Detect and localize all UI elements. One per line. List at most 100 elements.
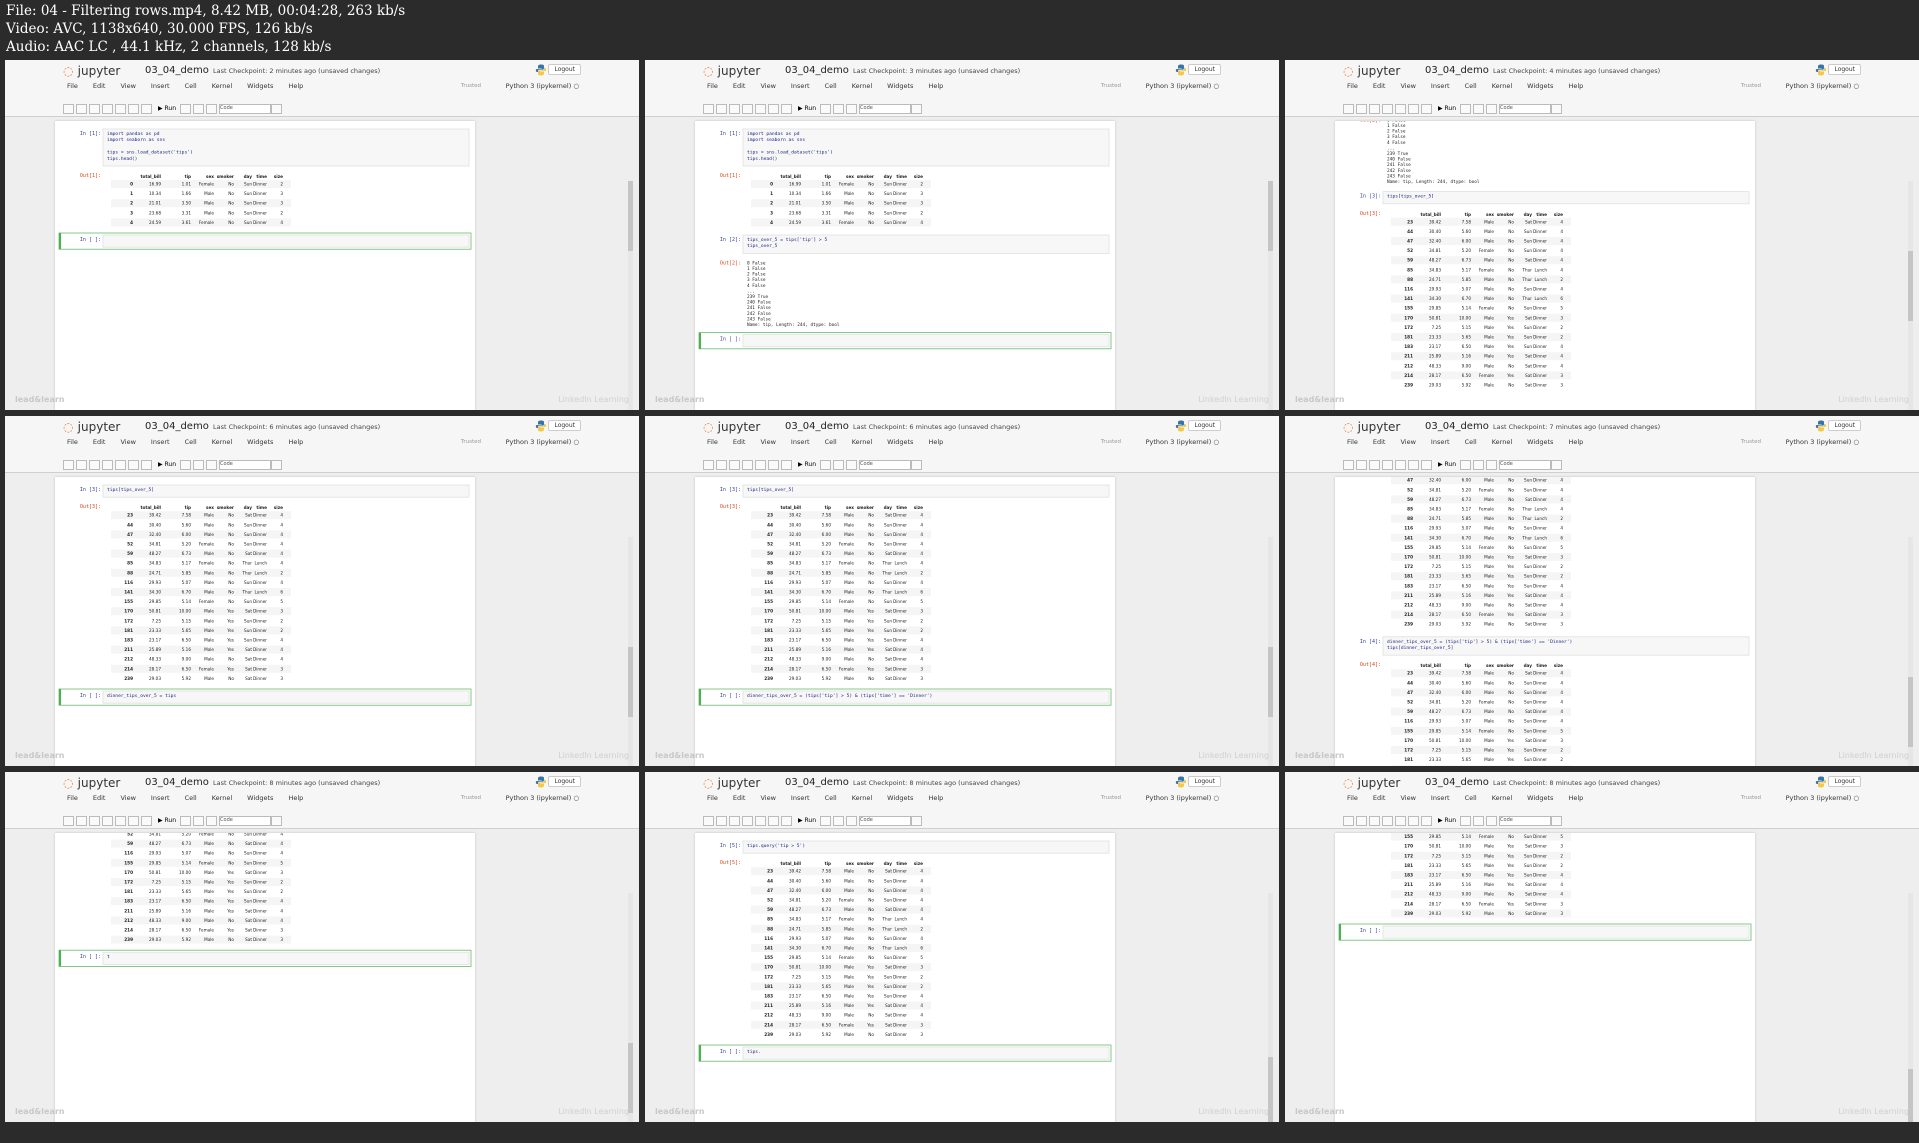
menu-item-file[interactable]: File (67, 438, 78, 446)
fast-forward-icon[interactable] (206, 103, 218, 114)
run-button[interactable]: ▶ Run (798, 105, 816, 112)
menu-item-cell[interactable]: Cell (1465, 794, 1477, 802)
keyboard-icon[interactable] (1551, 103, 1563, 114)
logout-button[interactable]: Logout (1828, 420, 1861, 431)
cut-icon[interactable] (729, 815, 740, 826)
menu-item-help[interactable]: Help (928, 438, 943, 446)
logout-button[interactable]: Logout (1188, 776, 1221, 787)
add-cell-icon[interactable] (76, 815, 87, 826)
cut-icon[interactable] (89, 459, 100, 470)
scrollbar[interactable] (628, 181, 633, 410)
run-button[interactable]: ▶ Run (158, 461, 176, 468)
keyboard-icon[interactable] (271, 815, 283, 826)
cell-type-select[interactable]: Code (1499, 459, 1552, 470)
save-icon[interactable] (63, 103, 74, 114)
cell-type-select[interactable]: Code (219, 103, 272, 114)
scrollbar[interactable] (1268, 893, 1273, 1122)
logout-button[interactable]: Logout (1828, 64, 1861, 75)
cell-type-select[interactable]: Code (219, 815, 272, 826)
copy-icon[interactable] (102, 103, 113, 114)
paste-icon[interactable] (755, 459, 766, 470)
menu-item-file[interactable]: File (1347, 438, 1358, 446)
copy-icon[interactable] (102, 815, 113, 826)
notebook-title[interactable]: 03_04_demo (785, 421, 849, 432)
menu-item-insert[interactable]: Insert (1431, 82, 1450, 90)
menu-item-file[interactable]: File (707, 82, 718, 90)
notebook-title[interactable]: 03_04_demo (1425, 777, 1489, 788)
restart-icon[interactable] (193, 103, 205, 114)
jupyter-logo[interactable]: ◌ jupyter (1343, 420, 1400, 434)
notebook-title[interactable]: 03_04_demo (145, 421, 209, 432)
scrollbar-thumb[interactable] (1268, 181, 1273, 251)
logout-button[interactable]: Logout (548, 64, 581, 75)
move-up-icon[interactable] (1408, 103, 1419, 114)
cell-type-select[interactable]: Code (1499, 103, 1552, 114)
menu-item-file[interactable]: File (1347, 82, 1358, 90)
restart-icon[interactable] (833, 815, 845, 826)
menu-item-help[interactable]: Help (1568, 438, 1583, 446)
menu-item-widgets[interactable]: Widgets (1527, 794, 1553, 802)
add-cell-icon[interactable] (76, 103, 87, 114)
fast-forward-icon[interactable] (206, 815, 218, 826)
stop-icon[interactable] (180, 103, 192, 114)
restart-icon[interactable] (193, 459, 205, 470)
cell-type-select[interactable]: Code (859, 815, 912, 826)
menu-item-edit[interactable]: Edit (1373, 794, 1386, 802)
restart-icon[interactable] (193, 815, 205, 826)
run-button[interactable]: ▶ Run (1438, 817, 1456, 824)
menu-item-widgets[interactable]: Widgets (247, 794, 273, 802)
scrollbar-thumb[interactable] (1908, 251, 1913, 321)
add-cell-icon[interactable] (1356, 459, 1367, 470)
move-up-icon[interactable] (1408, 459, 1419, 470)
fast-forward-icon[interactable] (1486, 103, 1498, 114)
menu-item-help[interactable]: Help (928, 82, 943, 90)
jupyter-logo[interactable]: ◌ jupyter (703, 420, 760, 434)
scrollbar-thumb[interactable] (1268, 647, 1273, 717)
menu-item-view[interactable]: View (760, 794, 775, 802)
scrollbar[interactable] (628, 893, 633, 1122)
kernel-indicator[interactable]: Python 3 (ipykernel) ○ (1146, 794, 1219, 802)
menu-item-help[interactable]: Help (288, 82, 303, 90)
menu-item-kernel[interactable]: Kernel (212, 794, 232, 802)
paste-icon[interactable] (755, 815, 766, 826)
menu-item-view[interactable]: View (1400, 82, 1415, 90)
move-down-icon[interactable] (781, 103, 792, 114)
kernel-indicator[interactable]: Python 3 (ipykernel) ○ (1146, 438, 1219, 446)
add-cell-icon[interactable] (1356, 815, 1367, 826)
save-icon[interactable] (703, 815, 714, 826)
paste-icon[interactable] (115, 459, 126, 470)
save-icon[interactable] (63, 815, 74, 826)
paste-icon[interactable] (755, 103, 766, 114)
add-cell-icon[interactable] (76, 459, 87, 470)
jupyter-logo[interactable]: ◌ jupyter (63, 420, 120, 434)
jupyter-logo[interactable]: ◌ jupyter (703, 776, 760, 790)
cut-icon[interactable] (1369, 103, 1380, 114)
menu-item-cell[interactable]: Cell (825, 794, 837, 802)
cut-icon[interactable] (89, 103, 100, 114)
menu-item-insert[interactable]: Insert (151, 438, 170, 446)
stop-icon[interactable] (820, 459, 832, 470)
copy-icon[interactable] (1382, 103, 1393, 114)
menu-item-widgets[interactable]: Widgets (887, 794, 913, 802)
menu-item-widgets[interactable]: Widgets (1527, 82, 1553, 90)
move-up-icon[interactable] (768, 815, 779, 826)
run-button[interactable]: ▶ Run (1438, 461, 1456, 468)
add-cell-icon[interactable] (716, 459, 727, 470)
save-icon[interactable] (1343, 103, 1354, 114)
add-cell-icon[interactable] (1356, 103, 1367, 114)
menu-item-edit[interactable]: Edit (93, 794, 106, 802)
add-cell-icon[interactable] (716, 815, 727, 826)
paste-icon[interactable] (1395, 815, 1406, 826)
move-up-icon[interactable] (768, 459, 779, 470)
fast-forward-icon[interactable] (1486, 459, 1498, 470)
kernel-indicator[interactable]: Python 3 (ipykernel) ○ (506, 82, 579, 90)
menu-item-file[interactable]: File (67, 794, 78, 802)
restart-icon[interactable] (833, 459, 845, 470)
menu-item-help[interactable]: Help (1568, 82, 1583, 90)
kernel-indicator[interactable]: Python 3 (ipykernel) ○ (506, 438, 579, 446)
menu-item-kernel[interactable]: Kernel (1492, 794, 1512, 802)
keyboard-icon[interactable] (911, 103, 923, 114)
menu-item-kernel[interactable]: Kernel (852, 82, 872, 90)
run-button[interactable]: ▶ Run (798, 461, 816, 468)
cut-icon[interactable] (89, 815, 100, 826)
